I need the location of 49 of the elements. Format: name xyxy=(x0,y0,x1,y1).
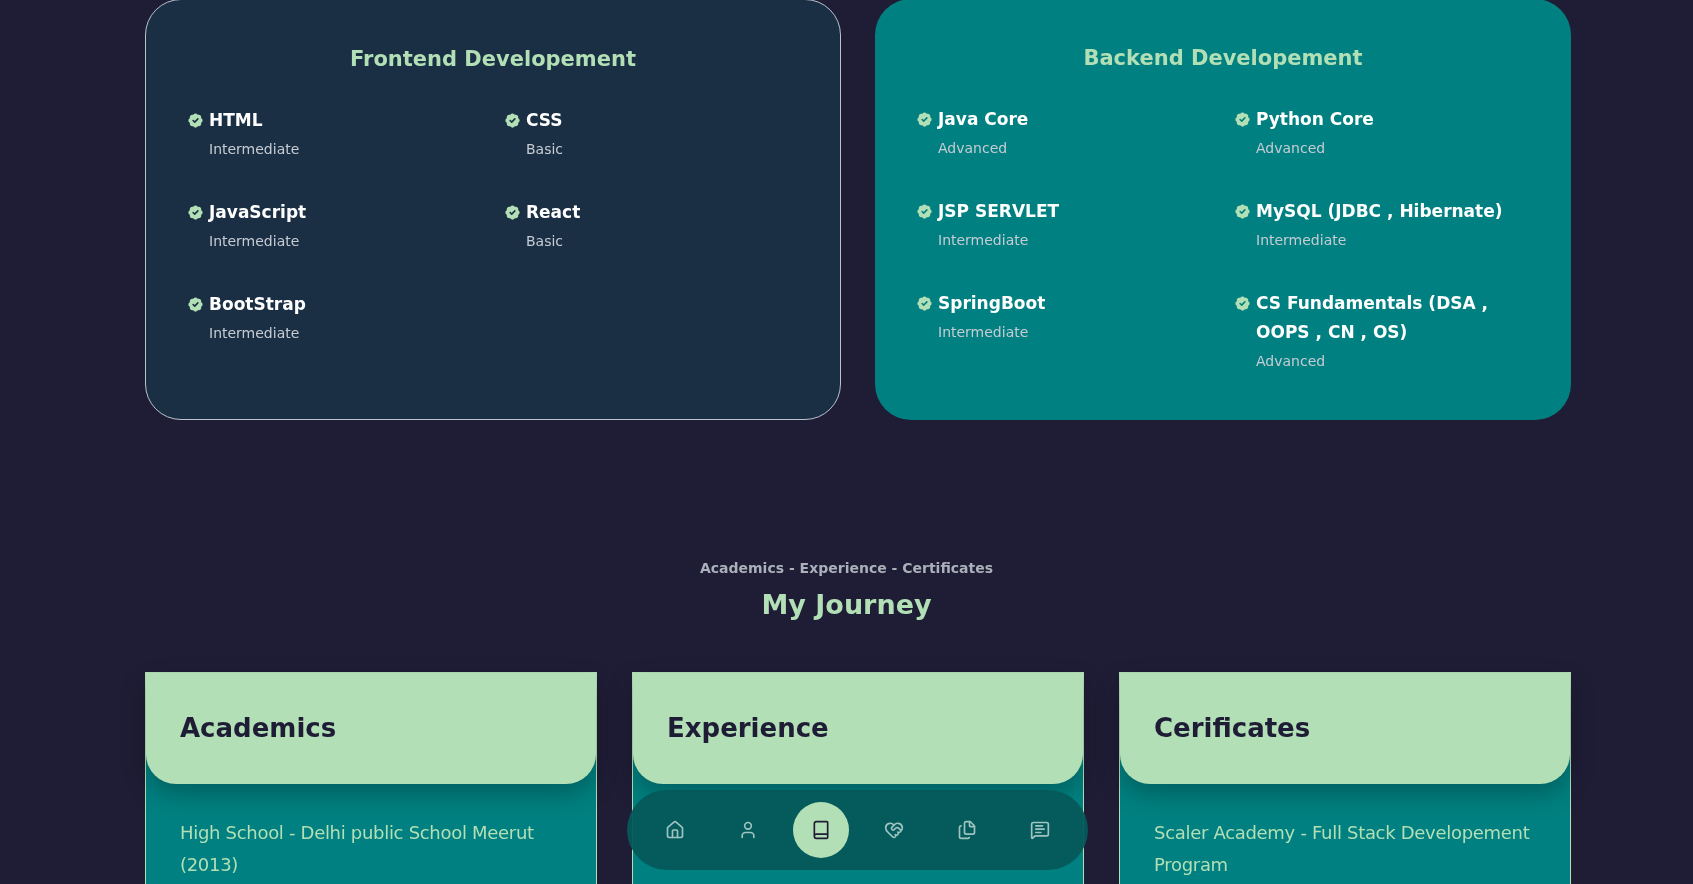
section-title: My Journey xyxy=(761,588,932,622)
skill-level: Intermediate xyxy=(209,139,300,159)
verified-badge-icon xyxy=(915,201,934,221)
card-title: Backend Developement xyxy=(1082,45,1364,72)
section-subtitle: Academics - Experience - Certificates xyxy=(699,559,994,578)
skill-level: Basic xyxy=(526,231,564,251)
skill-level: Intermediate xyxy=(938,230,1029,250)
verified-badge-icon xyxy=(503,110,522,130)
skill-level: Intermediate xyxy=(209,231,300,251)
skill-level: Intermediate xyxy=(1256,230,1347,250)
verified-badge-icon xyxy=(915,293,934,313)
card-text: Scaler Academy - Full Stack Developement Program xyxy=(1154,820,1531,877)
card-title: Experience xyxy=(667,711,829,745)
skill-name: CSS xyxy=(526,108,564,132)
heart-handshake-icon xyxy=(884,820,904,840)
verified-badge-icon xyxy=(1233,201,1252,221)
skill-name: MySQL (JDBC , Hibernate) xyxy=(1256,199,1504,223)
skill-name: Python Core xyxy=(1256,107,1375,131)
skill-level: Advanced xyxy=(1256,351,1326,371)
home-icon xyxy=(665,820,685,840)
files-icon xyxy=(957,820,977,840)
verified-badge-icon xyxy=(915,109,934,129)
card-title: Academics xyxy=(180,711,337,745)
verified-badge-icon xyxy=(1233,109,1252,129)
skill-name: BootStrap xyxy=(209,292,307,316)
verified-badge-icon xyxy=(186,294,205,314)
skill-level: Advanced xyxy=(1256,138,1326,158)
card-text: High School - Delhi public School Meerut (2013) xyxy=(180,820,535,877)
book-icon xyxy=(811,820,831,840)
verified-badge-icon xyxy=(503,202,522,222)
skill-name: React xyxy=(526,200,582,224)
skill-name: SpringBoot xyxy=(938,291,1047,315)
card-title: Frontend Developement xyxy=(349,46,637,73)
message-icon xyxy=(1030,820,1050,840)
verified-badge-icon xyxy=(1233,293,1252,313)
skill-name: Java Core xyxy=(938,107,1030,131)
skill-name: JSP SERVLET xyxy=(938,199,1061,223)
nav-button[interactable] xyxy=(793,802,849,858)
skill-name: CS Fundamentals (DSA , OOPS , CN , OS) xyxy=(1256,291,1490,344)
skill-level: Advanced xyxy=(938,138,1008,158)
skill-name: JavaScript xyxy=(209,200,308,224)
verified-badge-icon xyxy=(186,110,205,130)
skill-level: Intermediate xyxy=(209,323,300,343)
verified-badge-icon xyxy=(186,202,205,222)
skill-level: Intermediate xyxy=(938,322,1029,342)
skill-level: Basic xyxy=(526,139,564,159)
skill-name: HTML xyxy=(209,108,264,132)
card-title: Cerificates xyxy=(1154,711,1311,745)
user-icon xyxy=(738,820,758,840)
